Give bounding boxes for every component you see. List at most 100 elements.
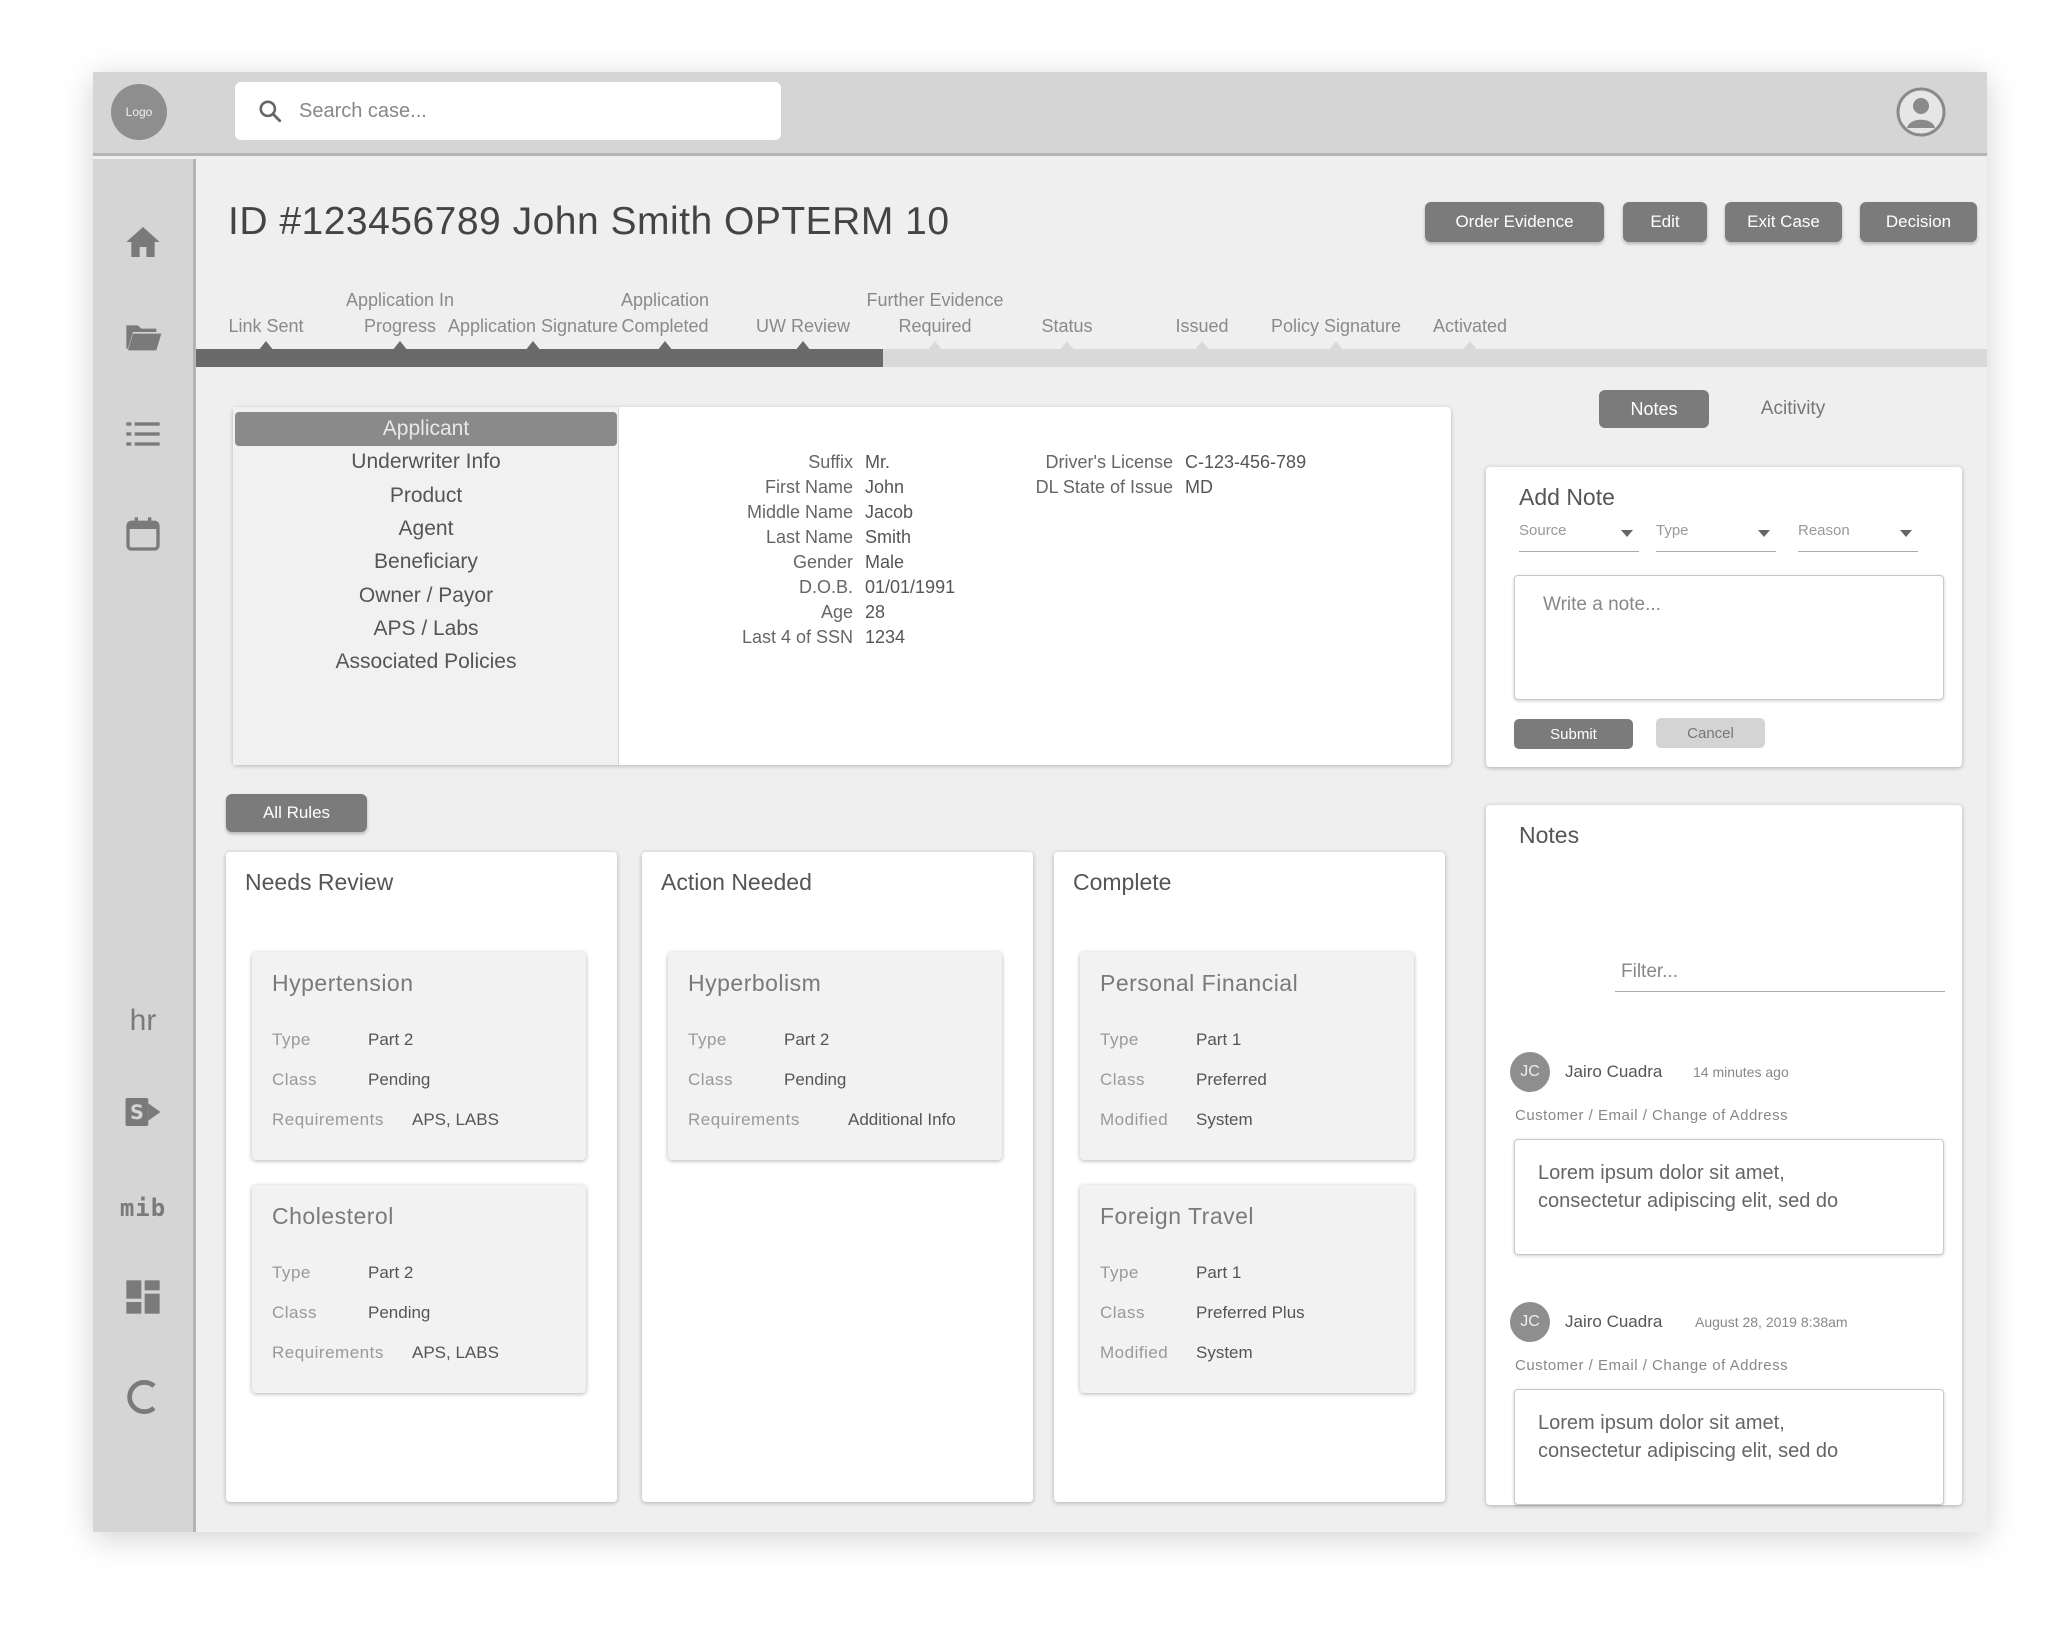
rule-row-label: Requirements [272, 1343, 384, 1362]
rule-row: Type Part 2 [272, 1030, 413, 1050]
cancel-button[interactable]: Cancel [1656, 718, 1765, 748]
rule-row: Type Part 1 [1100, 1263, 1241, 1283]
type-dropdown[interactable]: Type [1656, 522, 1776, 552]
decision-button[interactable]: Decision [1860, 202, 1977, 242]
mib-app-icon[interactable]: mib [93, 1194, 193, 1222]
rule-card[interactable]: Hyperbolism Type Part 2 Class Pending Require… [668, 952, 1002, 1160]
folder-open-icon[interactable] [115, 309, 171, 365]
rule-card[interactable]: Foreign Travel Type Part 1 Class Preferred P… [1080, 1185, 1414, 1393]
note-breadcrumb: Customer / Email / Change of Address [1515, 1357, 1789, 1374]
reason-dropdown[interactable]: Reason [1798, 522, 1918, 552]
applicant-nav-item[interactable]: Associated Policies [233, 645, 619, 679]
field-value: Jacob [865, 502, 914, 522]
calendar-icon[interactable] [115, 506, 171, 562]
note-text-line: consectetur adipiscing elit, sed do [1538, 1440, 1839, 1462]
field-value: C-123-456-789 [1185, 452, 1307, 472]
applicant-nav-item[interactable]: Applicant [235, 412, 617, 446]
c-app-icon[interactable] [115, 1369, 171, 1425]
rules-column [1054, 852, 1445, 1502]
rules-column [642, 852, 1033, 1502]
applicant-nav-item[interactable]: Owner / Payor [233, 579, 619, 613]
reason-dropdown-label: Reason [1798, 522, 1850, 539]
app-window: Logo hr S mib [93, 72, 1987, 1532]
search-box[interactable] [235, 82, 781, 140]
progress-track [196, 349, 1987, 367]
edit-button[interactable]: Edit [1623, 202, 1707, 242]
progress-step-marker [392, 341, 408, 351]
applicant-nav-item[interactable]: APS / Labs [233, 612, 619, 646]
applicant-panel: Applicant Underwriter Info Product Agent Ben… [233, 407, 1451, 765]
source-dropdown[interactable]: Source [1519, 522, 1639, 552]
tab-activity[interactable]: Acitivity [1733, 390, 1853, 428]
notes-filter-input[interactable] [1615, 952, 1945, 992]
applicant-nav-item[interactable]: Agent [233, 512, 619, 546]
rule-row: Class Pending [688, 1070, 846, 1090]
rule-name: Hyperbolism [688, 970, 822, 996]
all-rules-button[interactable]: All Rules [226, 794, 367, 832]
note-breadcrumb: Customer / Email / Change of Address [1515, 1107, 1789, 1124]
field-label: D.O.B. [798, 577, 853, 597]
progress-fill [196, 349, 883, 367]
rule-row-value: Part 2 [368, 1030, 414, 1049]
page-title: ID #123456789 John Smith OPTERM 10 [228, 200, 950, 243]
tab-notes[interactable]: Notes [1599, 390, 1709, 428]
applicant-nav-item[interactable]: Beneficiary [233, 545, 619, 579]
progress-step-marker [927, 341, 943, 351]
field-label: Last 4 of SSN [741, 627, 853, 647]
order-evidence-button[interactable]: Order Evidence [1425, 202, 1604, 242]
rule-row-label: Modified [1100, 1343, 1169, 1362]
rule-row-label: Class [1100, 1303, 1146, 1322]
rule-row-label: Type [1100, 1263, 1139, 1282]
rule-row: Requirements Additional Info [688, 1110, 956, 1130]
rule-card[interactable]: Personal Financial Type Part 1 Class Preferr… [1080, 952, 1414, 1160]
note-author[interactable]: Jairo Cuadra [1565, 1312, 1662, 1332]
applicant-nav-item[interactable]: Product [233, 479, 619, 513]
field-label: Middle Name [746, 502, 853, 522]
field-label: First Name [764, 477, 853, 497]
home-icon[interactable] [115, 214, 171, 270]
rule-row-value: System [1196, 1343, 1253, 1362]
sharepoint-app-icon[interactable]: S [115, 1084, 171, 1140]
logo[interactable]: Logo [111, 84, 167, 140]
dashboard-app-icon[interactable] [115, 1269, 171, 1325]
progress-step[interactable]: Activated [1380, 287, 1560, 339]
rule-row-value: System [1196, 1110, 1253, 1129]
source-dropdown-label: Source [1519, 522, 1567, 539]
rule-row: Requirements APS, LABS [272, 1110, 499, 1130]
note-text-line: Lorem ipsum dolor sit amet, [1538, 1162, 1785, 1184]
search-input[interactable] [299, 99, 759, 123]
user-avatar-icon[interactable] [1895, 86, 1947, 138]
exit-case-button[interactable]: Exit Case [1725, 202, 1842, 242]
progress-step-marker [525, 341, 541, 351]
rule-card[interactable]: Hypertension Type Part 2 Class Pending Requir… [252, 952, 586, 1160]
applicant-nav-item[interactable]: Underwriter Info [233, 445, 619, 479]
note-timestamp: 14 minutes ago [1693, 1064, 1789, 1080]
field-value: Mr. [865, 452, 890, 472]
rule-card[interactable]: Cholesterol Type Part 2 Class Pending Require… [252, 1185, 586, 1393]
applicant-field-row: Middle Name Jacob [708, 502, 913, 523]
rule-row-label: Class [272, 1070, 318, 1089]
note-text-line: Lorem ipsum dolor sit amet, [1538, 1412, 1785, 1434]
field-value: John [865, 477, 905, 497]
field-value: Male [865, 552, 905, 572]
note-timestamp: August 28, 2019 8:38am [1695, 1314, 1848, 1330]
rule-row: Type Part 1 [1100, 1030, 1241, 1050]
field-value: MD [1185, 477, 1213, 497]
applicant-nav: Applicant Underwriter Info Product Agent Ben… [233, 407, 619, 765]
list-icon[interactable] [115, 406, 171, 462]
rule-row-label: Type [272, 1263, 311, 1282]
rule-row: Type Part 2 [272, 1263, 413, 1283]
rule-name: Hypertension [272, 970, 414, 996]
applicant-field-row: Suffix Mr. [708, 452, 890, 473]
add-note-title: Add Note [1519, 484, 1615, 510]
note-textarea[interactable] [1514, 575, 1944, 700]
note-author[interactable]: Jairo Cuadra [1565, 1062, 1662, 1082]
rule-row-value: Preferred Plus [1196, 1303, 1305, 1322]
rule-row-label: Class [1100, 1070, 1146, 1089]
field-label: Age [820, 602, 853, 622]
applicant-field-row: Age 28 [708, 602, 885, 623]
hr-app-icon[interactable]: hr [93, 1004, 193, 1038]
rule-row-label: Class [688, 1070, 734, 1089]
submit-button[interactable]: Submit [1514, 719, 1633, 749]
progress-step-marker [795, 341, 811, 351]
